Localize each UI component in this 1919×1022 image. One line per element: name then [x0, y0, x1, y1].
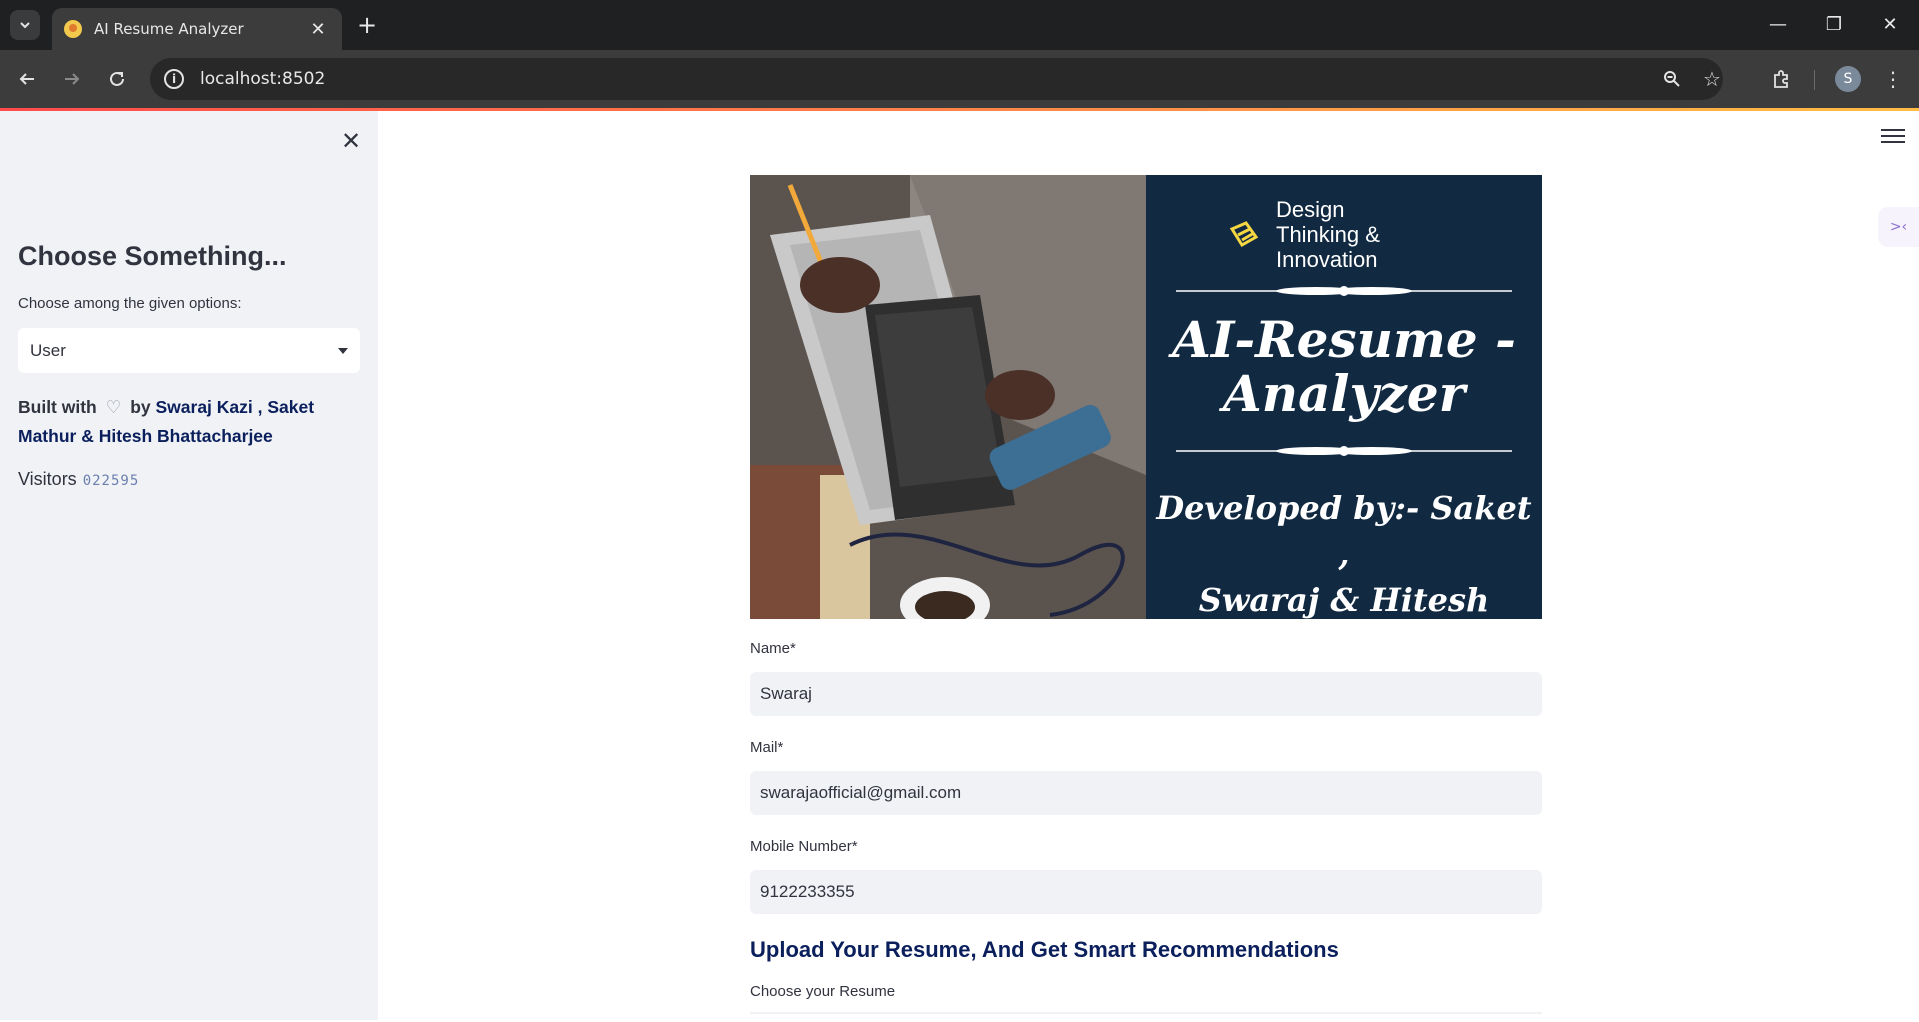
banner-dev-line-2: Swaraj & Hitesh [1198, 581, 1490, 619]
caret-down-icon [338, 347, 348, 354]
reload-icon [110, 71, 124, 86]
brand: Design Thinking & Innovation [1228, 197, 1380, 272]
window-close-button[interactable]: ✕ [1867, 8, 1913, 40]
mail-label: Mail* [750, 739, 784, 756]
zoom-icon[interactable] [1655, 62, 1689, 96]
collapse-widget-icon[interactable]: >‹ [1878, 207, 1919, 247]
banner-developers: Developed by:- Saket , Swaraj & Hitesh [1146, 485, 1542, 619]
credits: Built with ♡ by Swaraj Kazi , Saket Math… [18, 393, 363, 451]
arrow-right-icon [65, 73, 80, 85]
mobile-input[interactable] [750, 870, 1542, 914]
visitors-count: 022595 [82, 473, 140, 489]
browser-tab-bar: AI Resume Analyzer ✕ + — ❐ ✕ [0, 0, 1919, 50]
laptop-photo [750, 175, 1146, 619]
browser-tab[interactable]: AI Resume Analyzer ✕ [52, 8, 342, 50]
ornament-divider [1176, 446, 1512, 456]
brand-line-1: Design [1276, 197, 1345, 222]
chevron-down-icon [20, 22, 30, 29]
url-text: localhost:8502 [200, 69, 326, 89]
banner-title-line-2: Analyzer [1222, 364, 1466, 423]
brand-line-3: Innovation [1276, 247, 1378, 272]
credits-by: by [130, 397, 151, 417]
arrow-left-icon [19, 73, 34, 85]
role-select[interactable]: User [18, 328, 360, 373]
heart-icon: ♡ [105, 397, 122, 417]
banner-title-line-1: AI-Resume - [1172, 310, 1516, 369]
resume-uploader[interactable] [750, 1012, 1542, 1022]
select-value: User [30, 340, 66, 360]
tab-search-button[interactable] [10, 10, 40, 40]
visitors-label: Visitors [18, 469, 77, 489]
favicon-icon [64, 20, 82, 38]
avatar: S [1835, 66, 1861, 92]
name-label: Name* [750, 640, 796, 657]
new-tab-button[interactable]: + [352, 10, 382, 40]
upload-label: Choose your Resume [750, 983, 896, 1000]
brand-line-2: Thinking & [1276, 222, 1380, 247]
banner-text-panel: Design Thinking & Innovation AI-Resume -… [1146, 175, 1542, 619]
select-label: Choose among the given options: [18, 295, 242, 312]
credits-prefix: Built with [18, 397, 97, 417]
tab-close-icon[interactable]: ✕ [306, 19, 330, 40]
restore-button[interactable]: ❐ [1811, 8, 1857, 40]
banner-dev-line-1: Developed by:- Saket , [1156, 489, 1532, 573]
back-button[interactable] [10, 62, 44, 96]
name-input[interactable] [750, 672, 1542, 716]
bookmark-star-icon[interactable]: ☆ [1695, 62, 1729, 96]
mail-input[interactable] [750, 771, 1542, 815]
user-form: Name* Mail* Mobile Number* Upload Your R… [750, 640, 1542, 1022]
extensions-icon[interactable] [1764, 62, 1798, 96]
profile-button[interactable]: S [1831, 62, 1865, 96]
hero-banner: Design Thinking & Innovation AI-Resume -… [750, 175, 1542, 619]
address-bar[interactable]: i localhost:8502 ☆ [150, 58, 1723, 100]
ornament-divider [1176, 286, 1512, 296]
tab-title: AI Resume Analyzer [94, 20, 244, 38]
upload-heading: Upload Your Resume, And Get Smart Recomm… [750, 937, 1339, 962]
minimize-button[interactable]: — [1755, 8, 1801, 40]
site-info-icon[interactable]: i [164, 69, 184, 89]
sidebar-close-icon[interactable]: ✕ [335, 125, 367, 157]
visitor-counter: Visitors 022595 [18, 469, 139, 490]
reload-button[interactable] [100, 62, 134, 96]
browser-toolbar: i localhost:8502 ☆ S ⋮ [0, 50, 1919, 108]
app-menu-icon[interactable] [1881, 126, 1905, 146]
sidebar-title: Choose Something... [18, 241, 287, 271]
mobile-label: Mobile Number* [750, 838, 858, 855]
browser-menu-icon[interactable]: ⋮ [1876, 62, 1910, 96]
banner-title: AI-Resume - Analyzer [1146, 313, 1542, 421]
toolbar-divider [1814, 70, 1815, 90]
forward-button[interactable] [55, 62, 89, 96]
dti-logo-icon [1229, 220, 1259, 247]
sidebar: ✕ Choose Something... Choose among the g… [0, 111, 378, 1020]
